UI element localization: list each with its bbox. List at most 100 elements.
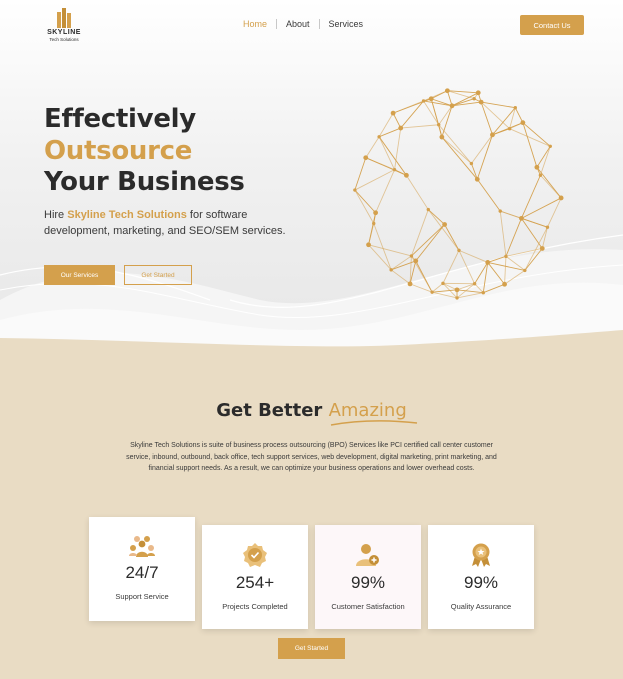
globe-node	[442, 222, 448, 227]
section-description: Skyline Tech Solutions is suite of busin…	[126, 442, 497, 473]
globe-node	[421, 99, 426, 103]
globe-edge	[521, 197, 562, 219]
globe-node	[353, 188, 357, 192]
network-globe-illustration	[353, 88, 564, 300]
globe-edge	[423, 100, 453, 107]
globe-edge	[547, 197, 562, 228]
globe-node	[502, 281, 507, 287]
globe-edge	[521, 217, 548, 228]
nav-divider	[276, 19, 278, 29]
globe-node	[428, 96, 434, 102]
hero-desc-brand: Skyline Tech Solutions	[67, 209, 187, 221]
globe-edge	[458, 250, 475, 284]
logo-tagline: Tech Solutions	[49, 37, 79, 42]
stat-label: Projects Completed	[222, 602, 288, 611]
globe-node	[449, 103, 455, 109]
user-plus-icon	[356, 544, 379, 566]
globe-node	[534, 164, 540, 170]
globe-edge	[536, 166, 562, 199]
globe-edge	[406, 175, 429, 210]
globe-node	[404, 172, 409, 178]
brand-logo[interactable]: SKYLINE Tech Solutions	[40, 8, 88, 43]
globe-node	[513, 106, 517, 110]
globe-node	[545, 225, 550, 229]
globe-node	[390, 110, 396, 116]
contact-us-button[interactable]: Contact Us	[520, 15, 584, 35]
globe-edge	[427, 209, 445, 225]
globe-node	[439, 134, 445, 140]
globe-edge	[521, 218, 543, 249]
logo-name: SKYLINE	[47, 29, 81, 36]
globe-edge	[378, 127, 401, 138]
globe-node	[490, 132, 495, 138]
globe-node	[475, 90, 481, 96]
globe-edge	[476, 134, 493, 180]
globe-edge	[521, 175, 541, 219]
globe-edge	[442, 250, 460, 284]
globe-edge	[504, 256, 507, 285]
globe-edge	[431, 98, 453, 107]
stat-label: Support Service	[115, 592, 169, 601]
hero-section: SKYLINE Tech Solutions Home About Servic…	[0, 0, 623, 360]
globe-edge	[471, 134, 493, 164]
nav-home-link[interactable]: Home	[243, 19, 267, 29]
globe-edge	[390, 269, 411, 285]
globe-node	[520, 120, 526, 126]
globe-edge	[456, 283, 475, 291]
globe-edge	[474, 283, 484, 294]
section-title-accent: Amazing	[328, 400, 417, 426]
globe-node	[457, 248, 461, 253]
hero-get-started-button[interactable]: Get Started	[124, 265, 192, 285]
globe-edge	[375, 169, 395, 213]
globe-node	[523, 268, 527, 273]
section-title-accent-text: Amazing	[328, 400, 407, 421]
nav-services-link[interactable]: Services	[329, 19, 364, 29]
hero-title-line-2: Outsource	[44, 135, 193, 166]
our-services-button[interactable]: Our Services	[44, 265, 115, 285]
globe-node	[377, 135, 381, 139]
hero-title-line-1: Effectively	[44, 104, 196, 134]
globe-node	[472, 282, 477, 286]
globe-node	[426, 207, 430, 212]
globe-edge	[415, 224, 445, 262]
globe-edge	[430, 90, 448, 100]
nav-about-link[interactable]: About	[286, 19, 310, 29]
stat-card-satisfaction: 99% Customer Satisfaction	[315, 525, 421, 629]
get-started-button[interactable]: Get Started	[278, 638, 345, 659]
globe-node	[373, 210, 378, 216]
globe-edge	[482, 262, 489, 293]
globe-node	[366, 242, 371, 248]
check-badge-icon	[243, 543, 267, 567]
globe-node	[539, 246, 545, 251]
stat-value: 254+	[235, 573, 275, 592]
globe-edge	[541, 227, 548, 249]
award-ribbon-icon	[472, 543, 490, 567]
hero-title-line-3: Your Business	[44, 167, 245, 197]
globe-edge	[487, 255, 507, 263]
globe-node	[398, 125, 404, 131]
skyline-logo-icon	[57, 8, 71, 28]
globe-node	[407, 281, 413, 287]
globe-node	[485, 260, 491, 265]
globe-node	[507, 126, 512, 131]
globe-node	[413, 258, 419, 264]
globe-edge	[536, 146, 551, 168]
globe-node	[409, 254, 414, 258]
globe-edge	[444, 224, 460, 251]
globe-node	[558, 195, 564, 201]
globe-edge	[483, 283, 505, 294]
hero-title: Effectively Outsource Your Business	[44, 104, 245, 199]
hero-description: Hire Skyline Tech Solutions for software…	[44, 207, 314, 239]
globe-edge	[354, 189, 375, 224]
globe-edge	[456, 289, 484, 294]
globe-node	[430, 290, 434, 294]
globe-node	[472, 97, 476, 101]
globe-edge	[504, 270, 526, 285]
stat-card-support: 24/7 Support Service	[89, 517, 195, 621]
globe-node	[363, 155, 369, 161]
team-icon	[129, 536, 155, 557]
globe-edge	[514, 107, 524, 123]
globe-edge	[441, 136, 472, 164]
stat-label: Quality Assurance	[450, 602, 512, 611]
globe-edge	[423, 100, 440, 125]
